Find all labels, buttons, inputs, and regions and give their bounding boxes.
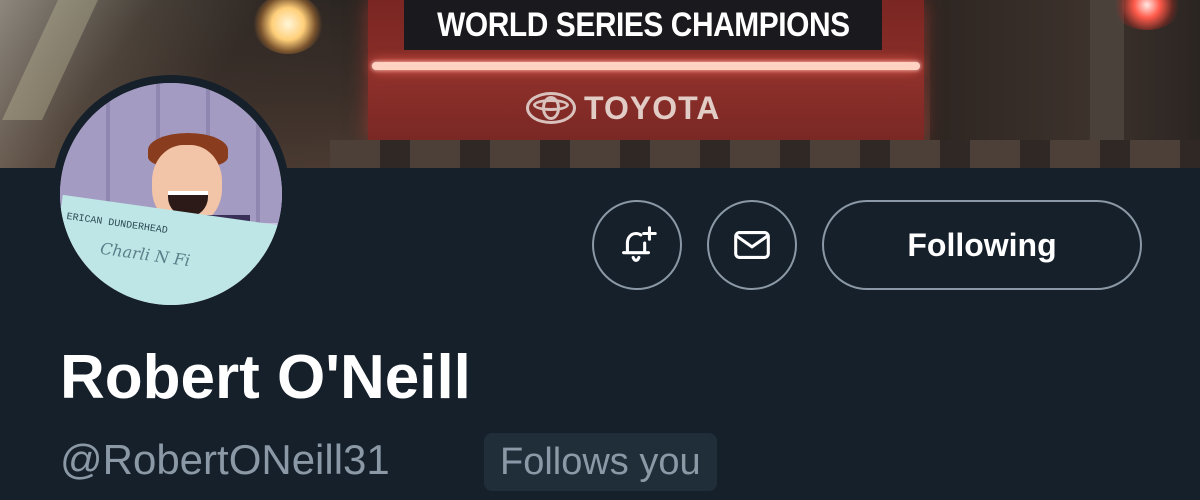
toyota-logo-icon [526, 92, 576, 124]
follows-you-badge: Follows you [484, 433, 717, 491]
avatar[interactable]: ERICAN DUNDERHEAD Charli N Fi [52, 75, 290, 313]
banner-street [330, 140, 1200, 168]
following-button[interactable]: Following [822, 200, 1142, 290]
envelope-icon [734, 231, 770, 259]
notifications-button[interactable] [592, 200, 682, 290]
user-handle: @RobertONeill31 [60, 436, 390, 483]
banner-sign-title: WORLD SERIES CHAMPIONS [436, 5, 850, 44]
banner-neon-light [372, 62, 920, 70]
banner-sponsor: TOYOTA [526, 86, 720, 130]
profile-page: WORLD SERIES CHAMPIONS TOYOTA ERICAN DUN… [0, 0, 1200, 500]
display-name: Robert O'Neill [60, 343, 471, 412]
avatar-image: ERICAN DUNDERHEAD Charli N Fi [60, 83, 282, 305]
banner-sponsor-name: TOYOTA [584, 89, 721, 126]
message-button[interactable] [707, 200, 797, 290]
banner-sign-title-panel: WORLD SERIES CHAMPIONS [404, 0, 882, 50]
bell-plus-icon [622, 226, 657, 262]
